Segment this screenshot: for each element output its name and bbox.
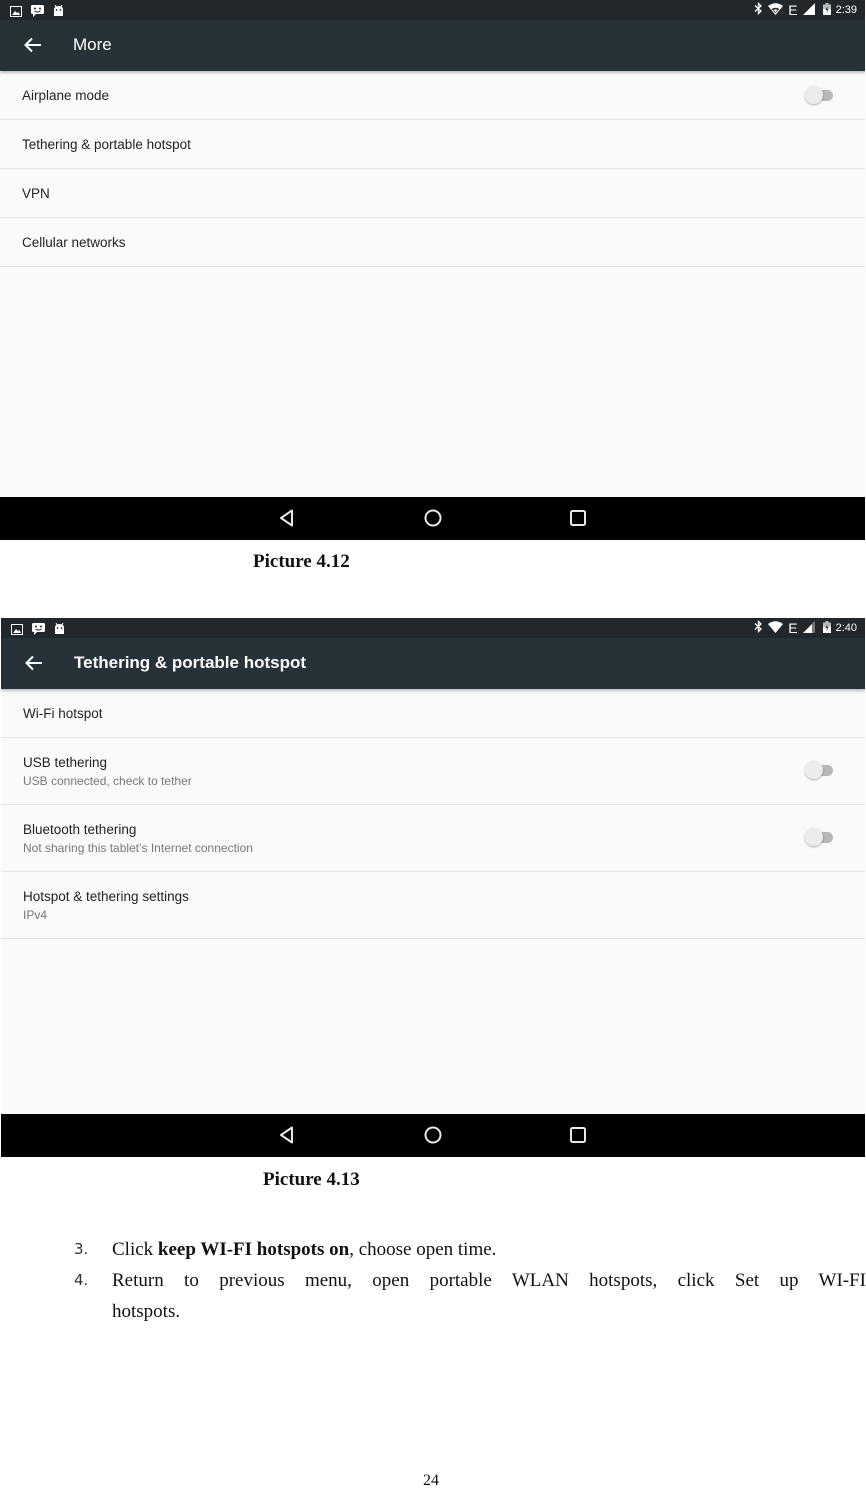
list-item-label: Hotspot & tethering settings [23,889,189,904]
bluetooth-icon [754,1,763,18]
list-item-summary: USB connected, check to tether [23,774,192,788]
status-bar: E 2:40 [1,618,865,638]
home-circle-icon[interactable] [423,508,443,528]
list-item-hotspot-tethering-settings[interactable]: Hotspot & tethering settings IPv4 [1,872,865,939]
bluetooth-icon [754,619,763,636]
bluetooth-tethering-toggle[interactable] [805,827,833,847]
recents-square-icon[interactable] [568,508,588,528]
screenshot-tethering-hotspot: E 2:40 Tethering & portable hotspot Wi-F… [1,618,865,1157]
step-text-suffix: , choose open time. [349,1239,497,1260]
step-text-bold: keep WI-FI hotspots on [157,1239,350,1260]
network-type-label: E [788,2,798,18]
recents-square-icon[interactable] [568,1125,588,1145]
back-triangle-icon[interactable] [277,1125,297,1145]
list-item-label: Tethering & portable hotspot [22,137,191,152]
list-item-usb-tethering[interactable]: USB tethering USB connected, check to te… [1,738,865,805]
step-number: 4. [74,1271,89,1289]
airplane-mode-toggle[interactable] [805,85,833,105]
app-bar: More [0,20,865,71]
status-time: 2:40 [835,622,857,634]
battery-charging-icon [822,2,831,18]
toggle-thumb [805,86,823,104]
step-number: 3. [74,1240,89,1258]
navigation-bar [0,497,865,540]
settings-list: Wi-Fi hotspot USB tethering USB connecte… [1,689,865,939]
step-text: Return to previous menu, open portable W… [112,1270,866,1322]
toggle-thumb [805,828,823,846]
list-item-airplane-mode[interactable]: Airplane mode [0,71,865,120]
list-item-wifi-hotspot[interactable]: Wi-Fi hotspot [1,689,865,738]
network-type-label: E [788,620,798,636]
settings-list: Airplane mode Tethering & portable hotsp… [0,71,865,267]
page-title: Tethering & portable hotspot [74,653,307,672]
list-item-label: Cellular networks [22,235,126,250]
list-item-summary: IPv4 [23,908,48,922]
step-text: Click keep WI-FI hotspots on, choose ope… [112,1234,866,1265]
arrow-back-icon[interactable] [23,652,45,674]
list-item-label: USB tethering [23,755,108,770]
arrow-back-icon[interactable] [22,34,44,56]
list-item-vpn[interactable]: VPN [0,169,865,218]
list-item-bluetooth-tethering[interactable]: Bluetooth tethering Not sharing this tab… [1,805,865,872]
list-item-label: Airplane mode [22,88,110,103]
list-item-summary: Not sharing this tablet’s Internet conne… [23,841,253,855]
home-circle-icon[interactable] [423,1125,443,1145]
usb-tethering-toggle[interactable] [805,760,833,780]
battery-charging-icon [822,620,831,636]
step-text-prefix: Click [112,1239,158,1260]
figure-caption: Picture 4.12 [253,551,350,572]
back-triangle-icon[interactable] [277,508,297,528]
list-item-label: Bluetooth tethering [23,822,137,837]
signal-icon [802,620,815,636]
step-item: 3. Click keep WI-FI hotspots on, choose … [74,1234,866,1265]
list-item-label: Wi-Fi hotspot [23,706,103,721]
navigation-bar [1,1114,865,1157]
wifi-icon [768,620,784,636]
page-number: 24 [423,1472,439,1489]
status-time: 2:39 [835,4,857,16]
list-item-label: VPN [22,186,50,201]
step-item: 4. Return to previous menu, open portabl… [74,1265,866,1327]
instruction-steps: 3. Click keep WI-FI hotspots on, choose … [74,1234,866,1327]
status-bar: E 2:39 [0,0,865,20]
screenshot-more-settings: E 2:39 More Airplane mode Tethering & po… [0,0,865,540]
signal-icon [802,2,815,18]
list-item-tethering[interactable]: Tethering & portable hotspot [0,120,865,169]
figure-caption: Picture 4.13 [263,1169,360,1190]
page-title: More [73,35,112,54]
app-bar: Tethering & portable hotspot [1,638,865,689]
toggle-thumb [805,761,823,779]
list-item-cellular-networks[interactable]: Cellular networks [0,218,865,267]
wifi-icon [768,2,784,18]
